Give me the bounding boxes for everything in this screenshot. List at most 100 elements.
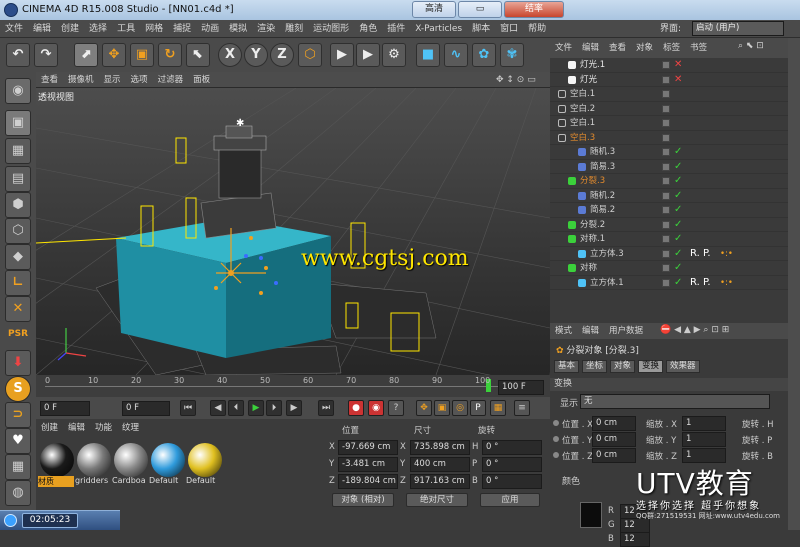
z-axis-icon[interactable]: Z [270, 43, 294, 67]
tab-2[interactable]: 对象 [610, 360, 636, 373]
rgb-field[interactable]: 12 [620, 532, 650, 547]
cloner-icon[interactable]: ✾ [500, 43, 524, 67]
tab-1[interactable]: 坐标 [582, 360, 608, 373]
layout-select[interactable]: 启动 (用户) [692, 21, 784, 36]
attribute-menu-item[interactable]: 编辑 [577, 323, 604, 339]
material-menu-item[interactable]: 功能 [90, 421, 117, 435]
disabled-x-icon[interactable]: ✕ [674, 58, 682, 73]
symmetry-icon[interactable]: ♥ [5, 428, 31, 454]
menu-item[interactable]: 雕刻 [280, 20, 308, 38]
hd-button[interactable]: 高清 [412, 1, 456, 18]
object-row[interactable]: 灯光.1 ✕ [550, 58, 788, 73]
object-row[interactable]: 空白.3 [550, 131, 788, 145]
enabled-check-icon[interactable]: ✓ [674, 232, 682, 247]
visibility-toggle[interactable] [662, 264, 670, 272]
menu-item[interactable]: 工具 [112, 20, 140, 38]
apply-button[interactable]: 应用 [480, 493, 540, 507]
render-view-icon[interactable]: ▶ [356, 43, 380, 67]
make-editable-icon[interactable]: ◉ [5, 78, 31, 104]
position-field[interactable]: -189.804 cm [338, 474, 398, 489]
tab-4[interactable]: 效果器 [666, 360, 700, 373]
rotate-icon[interactable]: ↻ [158, 43, 182, 67]
key-param-icon[interactable]: P [470, 400, 486, 416]
visibility-toggle[interactable] [662, 177, 670, 185]
timeline-menu-icon[interactable]: ≡ [514, 400, 530, 416]
viewport-menu-item[interactable]: 面板 [188, 72, 215, 88]
enabled-check-icon[interactable]: ✓ [674, 247, 682, 262]
visibility-toggle[interactable] [662, 249, 670, 258]
workplane-lock-icon[interactable]: ◍ [5, 480, 31, 506]
menu-item[interactable]: 角色 [354, 20, 382, 38]
step-back-icon[interactable]: ◀ [210, 400, 226, 416]
visibility-toggle[interactable] [662, 133, 670, 142]
key-pla-icon[interactable]: ▦ [490, 400, 506, 416]
visibility-toggle[interactable] [662, 119, 670, 127]
color-swatch[interactable] [580, 502, 602, 528]
tab-3[interactable]: 变换 [638, 360, 664, 373]
object-row[interactable]: 简易.3 ✓ [550, 160, 788, 174]
pen-icon[interactable]: ∿ [444, 43, 468, 67]
param-field[interactable]: 0 cm [592, 448, 636, 463]
material-swatch[interactable] [188, 443, 222, 477]
attribute-menu-item[interactable]: 用户数据 [604, 323, 648, 339]
coord-mode-select[interactable]: 对象 (相对) [332, 493, 394, 507]
param-field[interactable]: 0 cm [592, 416, 636, 431]
y-axis-icon[interactable]: Y [244, 43, 268, 67]
move-icon[interactable]: ✥ [102, 43, 126, 67]
key-position-icon[interactable]: ✥ [416, 400, 432, 416]
object-menu-item[interactable]: 编辑 [577, 38, 604, 58]
visibility-toggle[interactable] [662, 278, 670, 287]
record-icon[interactable]: ● [348, 400, 364, 416]
timeline-ruler[interactable]: 100 F 0 10 20 30 40 50 60 70 80 90 100 [36, 375, 550, 397]
menu-item[interactable]: 选择 [84, 20, 112, 38]
enabled-check-icon[interactable]: ✓ [674, 276, 682, 291]
viewport-menu-item[interactable]: 选项 [126, 72, 153, 88]
object-row[interactable]: 空白.1 [550, 87, 788, 102]
scale-icon[interactable]: ▣ [130, 43, 154, 67]
magnet-icon[interactable]: ⊃ [5, 402, 31, 428]
edges-mode-icon[interactable]: ⬡ [5, 218, 31, 244]
points-mode-icon[interactable]: ⬢ [5, 192, 31, 218]
object-row[interactable]: 立方体.1 ✓ R. P. •:• [550, 276, 788, 291]
size-field[interactable]: 400 cm [410, 457, 470, 472]
key-rotation-icon[interactable]: ◎ [452, 400, 468, 416]
size-field[interactable]: 917.163 cm [410, 474, 470, 489]
axis-icon[interactable]: ∟ [5, 270, 31, 296]
disabled-x-icon[interactable]: ✕ [674, 73, 682, 88]
visibility-toggle[interactable] [662, 75, 670, 84]
rotation-field[interactable]: 0 ° [482, 474, 542, 489]
object-row[interactable]: 对称 ✓ [550, 261, 788, 276]
menu-item[interactable]: 脚本 [467, 20, 495, 38]
position-field[interactable]: -97.669 cm [338, 440, 398, 455]
go-to-end-icon[interactable]: ⏭ [318, 400, 334, 416]
snap-settings-icon[interactable]: S [5, 376, 31, 402]
next-key-icon[interactable]: ⏵ [266, 400, 282, 416]
object-row[interactable]: 分裂.2 ✓ [550, 218, 788, 232]
menu-item[interactable]: 文件 [0, 20, 28, 38]
enabled-check-icon[interactable]: ✓ [674, 261, 682, 276]
attribute-menu-item[interactable]: 模式 [550, 323, 577, 339]
texture-mode-icon[interactable]: ▦ [5, 138, 31, 164]
object-row[interactable]: 随机.3 ✓ [550, 145, 788, 160]
material-swatch[interactable] [40, 443, 74, 477]
object-row[interactable]: 立方体.3 ✓ R. P. •:• [550, 247, 788, 262]
redo-icon[interactable]: ↷ [34, 43, 58, 67]
go-to-start-icon[interactable]: ⏮ [180, 400, 196, 416]
workplane-icon[interactable]: ▤ [5, 166, 31, 192]
world-coords-icon[interactable]: ⬡ [298, 43, 322, 67]
object-menu-item[interactable]: 对象 [631, 38, 658, 58]
menu-item[interactable]: 帮助 [523, 20, 551, 38]
object-row[interactable]: 空白.1 [550, 116, 788, 131]
live-select-icon[interactable]: ⬈ [74, 43, 98, 67]
autokey-icon[interactable]: ◉ [368, 400, 384, 416]
preview-min-field[interactable]: 0 F [122, 401, 170, 416]
visibility-toggle[interactable] [662, 206, 670, 214]
display-select[interactable]: 无 [580, 394, 770, 409]
perspective-viewport[interactable]: ✱ 透视视图 www.cgtsj.com [36, 88, 550, 375]
menu-item[interactable]: 动画 [196, 20, 224, 38]
menu-item[interactable]: 渲染 [252, 20, 280, 38]
undo-icon[interactable]: ↶ [6, 43, 30, 67]
step-forward-icon[interactable]: ▶ [286, 400, 302, 416]
play-icon[interactable]: ▶ [248, 400, 264, 416]
material-menu-item[interactable]: 编辑 [63, 421, 90, 435]
